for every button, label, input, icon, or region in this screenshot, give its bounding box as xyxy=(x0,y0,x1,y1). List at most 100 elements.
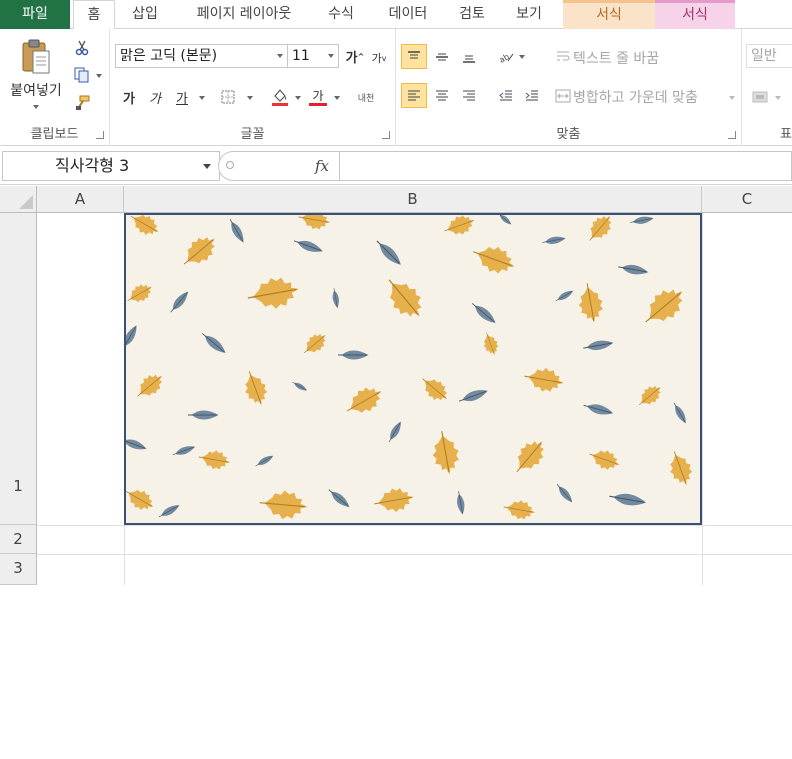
align-left-icon[interactable] xyxy=(401,83,427,108)
alignment-launcher-icon[interactable] xyxy=(728,131,736,139)
align-center-icon[interactable] xyxy=(430,84,454,108)
font-size-caret[interactable] xyxy=(328,54,334,58)
orange-leaf xyxy=(589,450,620,470)
fx-glyph: fx xyxy=(315,157,330,175)
merge-center-label[interactable]: 병합하고 가운데 맞춤 xyxy=(573,87,698,107)
orange-leaf xyxy=(516,441,544,473)
orange-leaf xyxy=(259,490,308,520)
orange-leaf xyxy=(503,500,536,520)
blue-leaf xyxy=(229,218,244,243)
phonetic-guide-button[interactable]: 내천 xyxy=(355,86,377,108)
font-name-caret[interactable] xyxy=(277,54,283,58)
orange-leaf xyxy=(483,332,499,356)
bold-button[interactable]: 가 xyxy=(118,86,140,108)
clipboard-launcher-icon[interactable] xyxy=(96,131,104,139)
font-color-caret[interactable] xyxy=(334,96,340,100)
row-header-3[interactable]: 3 xyxy=(0,554,37,585)
orange-leaf xyxy=(638,385,661,406)
orientation-caret[interactable] xyxy=(519,55,525,59)
column-header-b[interactable]: B xyxy=(124,186,702,213)
orange-leaf xyxy=(432,431,460,475)
underline-caret[interactable] xyxy=(199,96,205,100)
copy-icon[interactable] xyxy=(72,66,92,84)
tab-file[interactable]: 파일 xyxy=(0,0,70,29)
expand-handle-icon[interactable] xyxy=(226,161,234,169)
tab-home[interactable]: 홈 xyxy=(73,0,115,30)
paste-dropdown-caret[interactable] xyxy=(33,105,39,109)
row-header-1[interactable]: 1 xyxy=(0,213,37,525)
merge-center-caret[interactable] xyxy=(729,96,735,100)
insert-function-icon[interactable]: fx xyxy=(315,157,329,175)
align-right-icon[interactable] xyxy=(457,84,481,108)
increase-indent-icon[interactable] xyxy=(520,84,544,108)
blue-leaf xyxy=(126,325,137,350)
borders-caret[interactable] xyxy=(247,96,253,100)
tab-format-drawing[interactable]: 서식 xyxy=(563,0,655,29)
blue-leaf xyxy=(201,333,226,354)
formula-input[interactable] xyxy=(340,151,792,181)
wrap-text-label[interactable]: 텍스트 줄 바꿈 xyxy=(573,48,659,68)
row-header-2[interactable]: 2 xyxy=(0,525,37,554)
paste-icon[interactable] xyxy=(18,37,54,77)
tab-page-layout[interactable]: 페이지 레이아웃 xyxy=(180,0,308,29)
font-size-value: 11 xyxy=(292,48,310,64)
fill-color-icon[interactable] xyxy=(269,85,291,109)
decrease-indent-icon[interactable] xyxy=(494,84,518,108)
align-middle-icon[interactable] xyxy=(430,45,454,69)
orientation-icon[interactable]: ab xyxy=(494,45,518,69)
merge-center-icon[interactable] xyxy=(554,86,572,106)
tab-view[interactable]: 보기 xyxy=(506,0,552,29)
blue-leaf xyxy=(457,491,465,515)
orange-leaf xyxy=(473,246,515,274)
accounting-format-icon[interactable] xyxy=(750,86,772,108)
accounting-format-caret[interactable] xyxy=(775,96,781,100)
copy-dropdown-caret[interactable] xyxy=(96,74,102,78)
blue-leaf xyxy=(609,493,647,506)
font-name-combo[interactable]: 맑은 고딕 (본문) xyxy=(115,44,289,68)
blue-leaf xyxy=(471,303,496,324)
tab-formulas[interactable]: 수식 xyxy=(318,0,364,29)
tab-format-picture[interactable]: 서식 xyxy=(655,0,735,29)
column-header-a[interactable]: A xyxy=(37,186,124,213)
font-color-button[interactable]: 가 xyxy=(307,85,329,109)
clipboard-group: 붙여넣기 클립보드 xyxy=(0,29,110,146)
blue-leaf xyxy=(618,264,649,275)
formula-tools: fx xyxy=(218,151,340,181)
gridline xyxy=(37,525,792,526)
gridline xyxy=(702,213,703,585)
shrink-font-button[interactable]: 가v xyxy=(368,47,390,69)
column-header-c[interactable]: C xyxy=(702,186,792,213)
cut-icon[interactable] xyxy=(72,39,92,57)
number-format-combo[interactable]: 일반 xyxy=(746,44,792,68)
clipboard-group-label: 클립보드 xyxy=(30,127,79,142)
blue-leaf xyxy=(292,381,308,391)
blue-leaf xyxy=(187,410,219,420)
orange-leaf xyxy=(137,374,163,397)
font-name-value: 맑은 고딕 (본문) xyxy=(120,48,218,64)
orange-leaf xyxy=(670,451,693,486)
select-all-corner[interactable] xyxy=(0,186,37,213)
grow-font-button[interactable]: 가 ^ xyxy=(344,45,366,67)
orange-leaf xyxy=(589,215,612,241)
blue-leaf xyxy=(328,489,350,508)
italic-button[interactable]: 가 xyxy=(144,86,166,108)
paste-label[interactable]: 붙여넣기 xyxy=(4,80,68,100)
format-painter-icon[interactable] xyxy=(72,93,92,113)
align-bottom-icon[interactable] xyxy=(457,45,481,69)
orange-leaf xyxy=(127,284,152,302)
borders-icon[interactable] xyxy=(218,87,238,107)
align-top-icon[interactable] xyxy=(401,44,427,69)
name-box-caret[interactable] xyxy=(203,164,211,169)
fill-color-caret[interactable] xyxy=(295,96,301,100)
rectangle-shape-leaf-fill[interactable] xyxy=(124,213,702,525)
blue-leaf xyxy=(332,288,339,309)
tab-data[interactable]: 데이터 xyxy=(378,0,438,29)
tab-review[interactable]: 검토 xyxy=(449,0,495,29)
font-launcher-icon[interactable] xyxy=(382,131,390,139)
orange-leaf xyxy=(645,289,683,323)
tab-insert[interactable]: 삽입 xyxy=(123,0,167,29)
underline-button[interactable]: 가 xyxy=(171,86,193,108)
name-box[interactable]: 직사각형 3 xyxy=(2,151,220,181)
font-group: 맑은 고딕 (본문) 11 가 ^ 가v 가 가 가 가 내천 글꼴 xyxy=(110,29,396,146)
wrap-text-icon[interactable] xyxy=(554,46,572,66)
